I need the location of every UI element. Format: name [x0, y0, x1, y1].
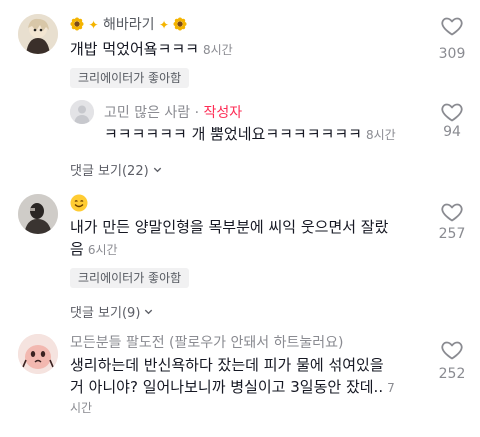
sunflower-icon: [173, 17, 187, 31]
chevron-down-icon: [153, 167, 161, 173]
like-count: 257: [438, 226, 466, 242]
heart-icon[interactable]: [440, 14, 464, 38]
pink-blob-icon: [18, 334, 58, 374]
view-replies-button[interactable]: 댓글 보기(22): [70, 160, 163, 179]
comment-username[interactable]: ✦ 해바라기 ✦: [70, 14, 187, 34]
sparkle-icon: ✦: [158, 18, 170, 32]
comment-text: 개밥 먹었어욬ㅋㅋㅋ 8시간: [70, 40, 233, 58]
sparkle-icon: ✦: [88, 18, 99, 32]
comment-2: 내가 만든 양말인형을 목부분에 씨익 웃으면서 잘랐 음 6시간 크리에이터가 …: [0, 186, 480, 321]
heart-icon[interactable]: [440, 200, 464, 224]
comment-1: ✦ 해바라기 ✦ 개밥 먹었어욬ㅋㅋㅋ 8시간 크리에이터가 좋아함 309: [0, 0, 480, 100]
chevron-down-icon: [145, 309, 153, 315]
heart-icon[interactable]: [440, 338, 464, 362]
reply-text: ㅋㅋㅋㅋㅋㅋ 개 뿜었네요ㅋㅋㅋㅋㅋㅋㅋ 8시간: [104, 125, 396, 143]
comment-time: 6시간: [87, 243, 118, 257]
smiling-face-emoji-icon: [70, 194, 88, 212]
creator-liked-badge: 크리에이터가 좋아함: [70, 268, 190, 288]
sunflower-icon: [70, 17, 84, 31]
creator-liked-badge: 크리에이터가 좋아함: [70, 68, 190, 88]
comment-time: 7: [387, 381, 395, 395]
default-user-icon: [70, 100, 94, 124]
like-count: 94: [443, 124, 461, 140]
avatar[interactable]: [18, 194, 58, 234]
avatar[interactable]: [70, 100, 94, 124]
view-replies-button[interactable]: 댓글 보기(9): [70, 302, 154, 321]
comment-username[interactable]: [70, 194, 88, 213]
like-count: 309: [438, 46, 466, 62]
comment-username[interactable]: 모든분들 팔도전 (팔로우가 안돼서 하트눌러요): [70, 332, 343, 352]
like-count: 252: [438, 366, 466, 382]
reply-username[interactable]: 고민 많은 사람 · 작성자: [104, 102, 242, 122]
anime-character-icon: [18, 14, 58, 54]
comment-text: 내가 만든 양말인형을 목부분에 씨익 웃으면서 잘랐 음 6시간: [70, 218, 389, 258]
comment-time-continued: 시간: [70, 401, 93, 415]
dark-photo-icon: [18, 194, 58, 234]
reply-1: 고민 많은 사람 · 작성자 ㅋㅋㅋㅋㅋㅋ 개 뿜었네요ㅋㅋㅋㅋㅋㅋㅋ 8시간 9…: [0, 96, 480, 186]
avatar[interactable]: [18, 14, 58, 54]
comment-time: 8시간: [202, 43, 233, 57]
comment-3: 모든분들 팔도전 (팔로우가 안돼서 하트눌러요) 생리하는데 반신욕하다 잤는…: [0, 320, 480, 437]
comment-text: 생리하는데 반신욕하다 잤는데 피가 물에 섞여있을 거 아니야? 일어나보니까…: [70, 354, 440, 417]
avatar[interactable]: [18, 334, 58, 374]
reply-time: 8시간: [365, 128, 396, 142]
author-tag: 작성자: [203, 105, 243, 121]
heart-icon[interactable]: [440, 100, 464, 124]
